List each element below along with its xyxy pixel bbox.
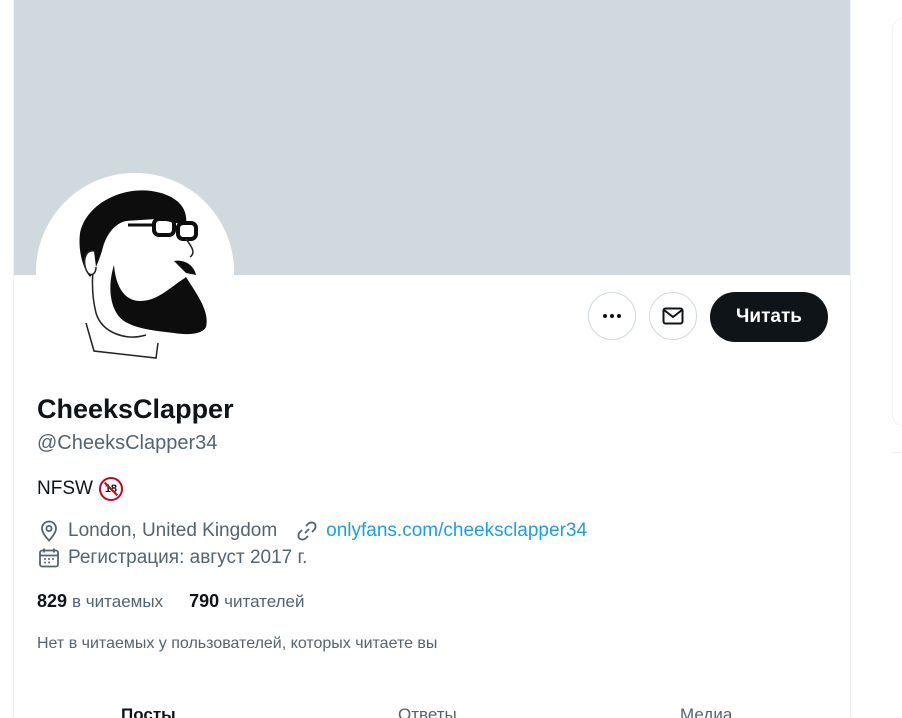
calendar-icon — [37, 546, 61, 570]
more-icon — [603, 314, 621, 318]
no-under-18-icon: 18 — [98, 477, 123, 501]
avatar[interactable] — [36, 173, 234, 371]
profile-meta-row: London, United Kingdom onlyfans.com/chee… — [37, 519, 587, 543]
following-label: в читаемых — [72, 592, 164, 611]
display-name: CheeksClapper — [37, 394, 234, 424]
mail-icon — [662, 307, 684, 325]
joined-text: Регистрация: август 2017 г. — [68, 547, 308, 568]
joined-row: Регистрация: август 2017 г. — [37, 546, 307, 570]
tab-posts[interactable]: Посты — [121, 705, 176, 718]
location-icon — [37, 519, 61, 543]
avatar-illustration — [36, 173, 234, 371]
sidebar-divider — [892, 452, 902, 453]
following-count: 829 — [37, 591, 68, 611]
follow-button[interactable]: Читать — [710, 292, 828, 342]
website-link[interactable]: onlyfans.com/cheeksclapper34 — [326, 520, 587, 542]
followers-count: 790 — [189, 591, 220, 611]
message-button[interactable] — [649, 292, 697, 340]
bio: NFSW 18 — [37, 477, 123, 501]
location-text: London, United Kingdom — [68, 520, 278, 541]
link-icon — [295, 519, 319, 543]
following-link[interactable]: 829 в читаемых — [37, 591, 163, 612]
tab-replies[interactable]: Ответы — [398, 705, 457, 718]
followers-link[interactable]: 790 читателей — [189, 591, 304, 612]
bio-text: NFSW — [37, 478, 93, 499]
tab-media[interactable]: Медиа — [680, 705, 732, 718]
follow-stats: 829 в читаемых 790 читателей — [37, 591, 331, 612]
followers-label: читателей — [224, 592, 305, 611]
profile-column: Читать CheeksClapper @CheeksClapper34 NF… — [13, 0, 851, 718]
handle: @CheeksClapper34 — [37, 432, 218, 454]
sidebar-card — [892, 18, 902, 426]
more-options-button[interactable] — [588, 292, 636, 340]
followed-by-note: Нет в читаемых у пользователей, которых … — [37, 635, 438, 652]
